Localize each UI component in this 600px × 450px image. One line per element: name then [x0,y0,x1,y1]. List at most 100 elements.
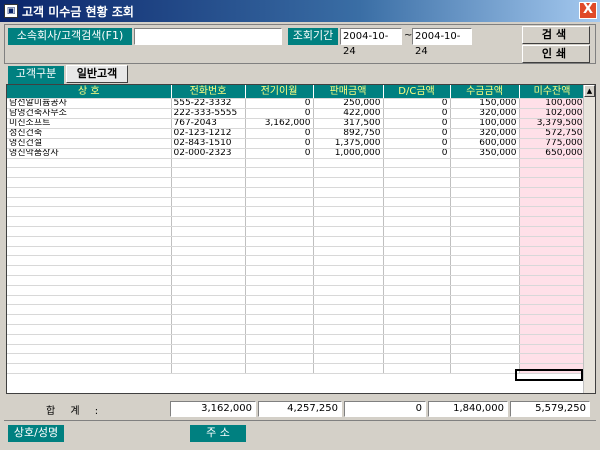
cell-collected[interactable] [450,167,520,179]
cell-phone[interactable] [171,353,246,365]
cell-phone[interactable] [171,334,246,345]
cell-sales[interactable] [313,255,384,267]
cell-dc[interactable] [383,324,451,335]
cell-dc[interactable]: 0 [383,148,451,159]
cell-balance[interactable] [519,158,586,169]
cell-balance[interactable] [519,344,586,355]
cell-name[interactable]: 성진건축 [7,128,172,139]
cell-collected[interactable] [450,295,520,306]
empty-row[interactable] [7,187,586,198]
cell-carry-over[interactable] [245,265,314,277]
cell-name[interactable] [7,167,172,179]
cell-sales[interactable] [313,295,384,306]
cell-balance[interactable] [519,177,586,188]
cell-sales[interactable]: 422,000 [313,108,384,119]
cell-sales[interactable] [313,177,384,188]
cell-balance[interactable] [519,226,586,237]
cell-balance[interactable]: 650,000 [519,148,586,159]
cell-sales[interactable]: 1,000,000 [313,148,384,159]
cell-name[interactable] [7,246,172,257]
cell-dc[interactable]: 0 [383,98,451,109]
cell-sales[interactable] [313,353,384,365]
cell-phone[interactable] [171,285,246,296]
cell-collected[interactable]: 100,000 [450,118,520,129]
cell-name[interactable]: 미진소프트 [7,118,172,129]
cell-dc[interactable]: 0 [383,128,451,139]
empty-row[interactable] [7,158,586,169]
cell-collected[interactable] [450,324,520,335]
cell-balance[interactable] [519,255,586,267]
cell-dc[interactable] [383,353,451,365]
cell-dc[interactable] [383,295,451,306]
cell-name[interactable] [7,363,172,375]
cell-balance[interactable] [519,353,586,365]
cell-collected[interactable]: 600,000 [450,138,520,149]
cell-collected[interactable] [450,187,520,198]
cell-carry-over[interactable] [245,226,314,237]
cell-sales[interactable] [313,363,384,375]
cell-sales[interactable]: 250,000 [313,98,384,109]
cell-name[interactable] [7,187,172,198]
cell-sales[interactable] [313,167,384,179]
cell-sales[interactable] [313,246,384,257]
cell-collected[interactable]: 320,000 [450,108,520,119]
cell-carry-over[interactable] [245,275,314,286]
cell-collected[interactable] [450,334,520,345]
cell-carry-over[interactable] [245,197,314,208]
cell-carry-over[interactable] [245,285,314,296]
cell-phone[interactable] [171,255,246,267]
cell-collected[interactable] [450,353,520,365]
cell-dc[interactable] [383,226,451,237]
cell-name[interactable] [7,226,172,237]
cell-collected[interactable] [450,177,520,188]
cell-balance[interactable] [519,206,586,218]
cell-carry-over[interactable]: 0 [245,128,314,139]
cell-phone[interactable]: 767-2043 [171,118,246,129]
cell-phone[interactable] [171,304,246,316]
cell-balance[interactable] [519,275,586,286]
empty-row[interactable] [7,344,586,355]
cell-phone[interactable] [171,314,246,326]
cell-sales[interactable] [313,324,384,335]
cell-dc[interactable] [383,344,451,355]
cell-carry-over[interactable] [245,295,314,306]
cell-collected[interactable] [450,363,520,375]
cell-phone[interactable]: 02-123-1212 [171,128,246,139]
search-button[interactable]: 검색 [522,26,590,44]
cell-name[interactable] [7,314,172,326]
cell-phone[interactable] [171,363,246,375]
cell-carry-over[interactable] [245,236,314,247]
cell-dc[interactable] [383,216,451,228]
cell-name[interactable] [7,353,172,365]
cell-phone[interactable]: 222-333-5555 [171,108,246,119]
cell-carry-over[interactable] [245,216,314,228]
table-row[interactable]: 영진약품상사 02-000-2323 0 1,000,000 0 350,000 650,0… [7,148,586,159]
cell-sales[interactable]: 892,750 [313,128,384,139]
cell-dc[interactable] [383,167,451,179]
cell-phone[interactable] [171,177,246,188]
cell-name[interactable] [7,216,172,228]
cell-sales[interactable] [313,197,384,208]
cell-carry-over[interactable] [245,167,314,179]
column-header-sales[interactable]: 판매금액 [313,85,384,99]
cell-balance[interactable]: 3,379,500 [519,118,586,129]
empty-row[interactable] [7,353,586,365]
cell-collected[interactable] [450,255,520,267]
cell-name[interactable] [7,158,172,169]
cell-dc[interactable] [383,206,451,218]
cell-dc[interactable] [383,314,451,326]
cell-name[interactable]: 남선알미늄공사 [7,98,172,109]
cell-balance[interactable] [519,304,586,316]
column-header-carry-over[interactable]: 전기이월 [245,85,314,99]
table-row[interactable]: 남선알미늄공사 555-22-3332 0 250,000 0 150,000 100,00… [7,98,586,109]
empty-row[interactable] [7,275,586,286]
cell-collected[interactable]: 150,000 [450,98,520,109]
cell-dc[interactable] [383,255,451,267]
cell-dc[interactable] [383,246,451,257]
cell-collected[interactable]: 320,000 [450,128,520,139]
cell-sales[interactable]: 317,500 [313,118,384,129]
cell-carry-over[interactable] [245,353,314,365]
cell-dc[interactable] [383,158,451,169]
empty-row[interactable] [7,206,586,218]
cell-phone[interactable] [171,216,246,228]
